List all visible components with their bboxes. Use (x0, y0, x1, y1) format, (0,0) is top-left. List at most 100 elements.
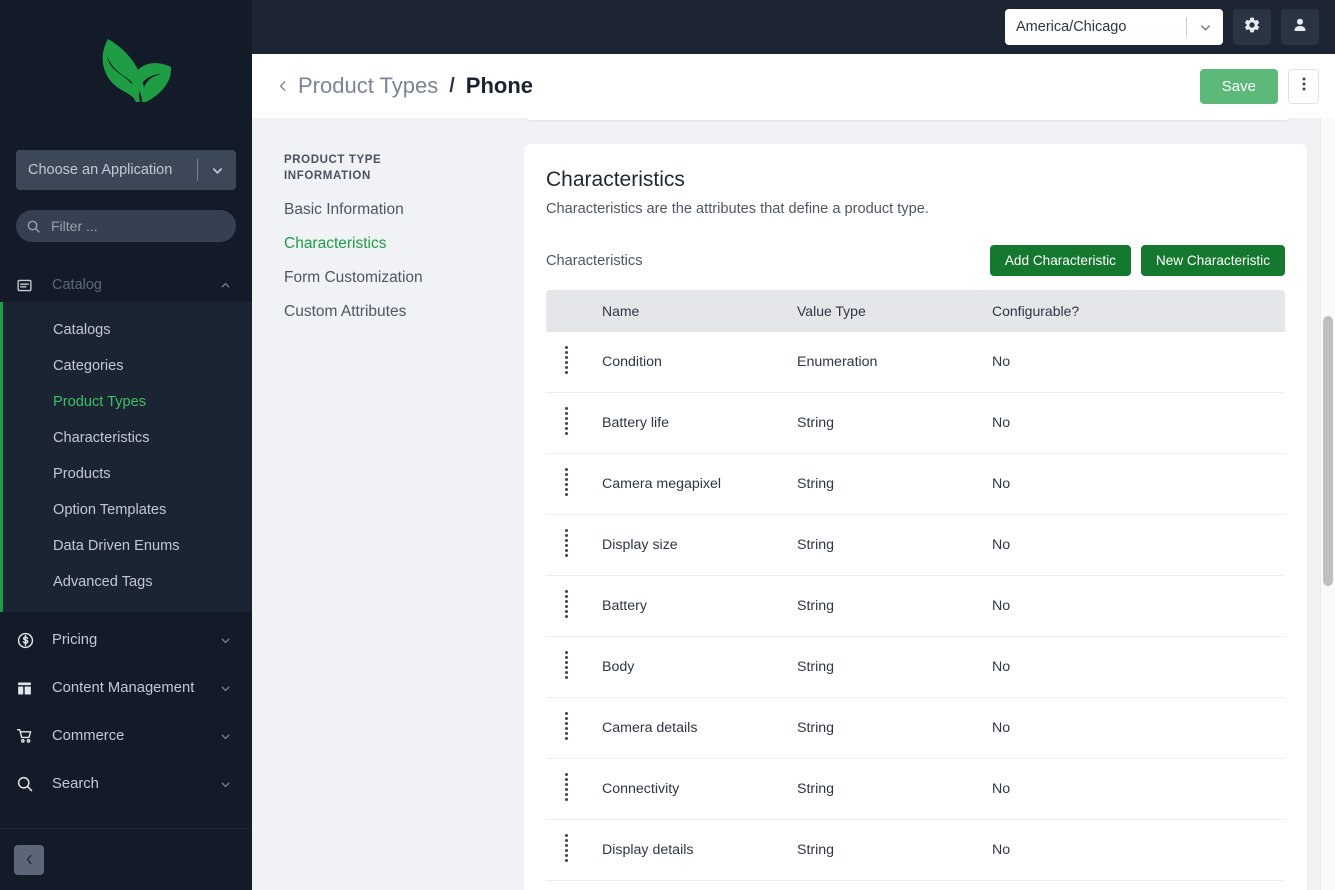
cell-value-type: String (787, 453, 982, 515)
nav-group-search[interactable]: Search (0, 760, 252, 808)
chevron-left-icon[interactable] (276, 77, 290, 95)
drag-handle-icon[interactable] (564, 650, 573, 680)
chevron-down-icon (219, 682, 232, 695)
timezone-selector[interactable]: America/Chicago (1005, 9, 1223, 45)
drag-handle-icon[interactable] (564, 833, 573, 863)
table-row[interactable]: Condition Enumeration No (546, 332, 1285, 393)
row-drag-cell[interactable] (546, 758, 592, 820)
nav-group-content-management-label: Content Management (52, 680, 195, 696)
nav-group-content-management[interactable]: Content Management (0, 664, 252, 712)
table-row[interactable]: Camera details String No (546, 697, 1285, 759)
table-row[interactable]: FeaturesStringNo (546, 880, 1285, 890)
new-characteristic-button[interactable]: New Characteristic (1140, 245, 1285, 276)
drag-handle-icon[interactable] (564, 589, 573, 619)
more-actions-button[interactable] (1288, 68, 1319, 104)
sidebar-item-data-driven-enums[interactable]: Data Driven Enums (0, 528, 252, 564)
cell-configurable: No (982, 758, 1285, 820)
cart-icon (16, 727, 42, 745)
breadcrumb: Product Types / Phone (276, 73, 1200, 99)
cell-value-type: String (787, 880, 982, 890)
sidebar-item-catalogs[interactable]: Catalogs (0, 312, 252, 348)
cell-name: Display details (592, 819, 787, 881)
settings-button[interactable] (1233, 9, 1271, 45)
catalog-icon (16, 277, 42, 294)
characteristics-card: Characteristics Characteristics are the … (524, 144, 1307, 890)
sidebar-item-products[interactable]: Products (0, 456, 252, 492)
table-row[interactable]: Connectivity String No (546, 758, 1285, 820)
sidebar-filter[interactable] (16, 210, 236, 242)
row-drag-cell[interactable] (546, 880, 592, 890)
collapse-sidebar-button[interactable] (14, 844, 44, 875)
row-drag-cell[interactable] (546, 697, 592, 759)
cell-name: Features (592, 880, 787, 890)
sidebar-item-advanced-tags[interactable]: Advanced Tags (0, 564, 252, 600)
save-button[interactable]: Save (1199, 68, 1278, 104)
chevron-down-icon[interactable] (1187, 20, 1223, 35)
dollar-circle-icon (16, 631, 42, 650)
table-header-row: Name Value Type Configurable? (546, 290, 1285, 332)
sidebar-item-product-types[interactable]: Product Types (0, 384, 252, 420)
section-nav-item-basic-information[interactable]: Basic Information (284, 193, 524, 227)
table-row[interactable]: Display size String No (546, 514, 1285, 576)
sidebar-footer (0, 828, 252, 890)
nav-group-catalog-header[interactable]: Catalog (0, 268, 252, 302)
chevron-down-icon[interactable] (198, 163, 236, 178)
drag-handle-icon[interactable] (564, 772, 573, 802)
section-nav-item-form-customization[interactable]: Form Customization (284, 261, 524, 295)
table-row[interactable]: Display details String No (546, 819, 1285, 881)
nav-group-commerce[interactable]: Commerce (0, 712, 252, 760)
section-nav-item-custom-attributes[interactable]: Custom Attributes (284, 295, 524, 329)
cell-name: Camera details (592, 697, 787, 759)
chevron-down-icon (219, 730, 232, 743)
column-header-configurable: Configurable? (982, 290, 1285, 332)
table-row[interactable]: Camera megapixel String No (546, 453, 1285, 515)
drag-handle-icon[interactable] (564, 406, 573, 436)
table-row[interactable]: Body String No (546, 636, 1285, 698)
drag-handle-icon[interactable] (564, 345, 573, 375)
cell-value-type: String (787, 758, 982, 820)
cell-name: Battery life (592, 392, 787, 454)
nav-group-pricing[interactable]: Pricing (0, 616, 252, 664)
row-drag-cell[interactable] (546, 332, 592, 393)
user-account-button[interactable] (1281, 9, 1319, 45)
cell-name: Camera megapixel (592, 453, 787, 515)
page-scrollbar-thumb[interactable] (1323, 316, 1333, 586)
cell-configurable: No (982, 332, 1285, 393)
cell-value-type: String (787, 575, 982, 637)
row-drag-cell[interactable] (546, 453, 592, 515)
drag-handle-icon[interactable] (564, 467, 573, 497)
table-row[interactable]: Battery life String No (546, 392, 1285, 454)
drag-handle-icon[interactable] (564, 711, 573, 741)
breadcrumb-parent[interactable]: Product Types (298, 73, 438, 99)
drag-handle-icon[interactable] (564, 528, 573, 558)
sidebar-item-categories[interactable]: Categories (0, 348, 252, 384)
content-icon (16, 680, 42, 697)
sidebar-item-characteristics[interactable]: Characteristics (0, 420, 252, 456)
application-selector[interactable]: Choose an Application (16, 150, 236, 190)
row-drag-cell[interactable] (546, 392, 592, 454)
cell-value-type: String (787, 636, 982, 698)
cell-name: Battery (592, 575, 787, 637)
cell-configurable: No (982, 453, 1285, 515)
leaf-logo (102, 39, 172, 102)
table-row[interactable]: Battery String No (546, 575, 1285, 637)
section-nav-item-characteristics[interactable]: Characteristics (284, 227, 524, 261)
sidebar-item-option-templates[interactable]: Option Templates (0, 492, 252, 528)
sidebar-filter-input[interactable] (41, 218, 232, 234)
top-bar: America/Chicago (252, 0, 1335, 54)
row-drag-cell[interactable] (546, 514, 592, 576)
add-characteristic-button[interactable]: Add Characteristic (989, 245, 1131, 276)
cell-configurable: No (982, 880, 1285, 890)
cell-configurable: No (982, 697, 1285, 759)
cell-configurable: No (982, 819, 1285, 881)
characteristics-toolbar-label: Characteristics (546, 252, 643, 269)
column-header-handle (546, 290, 592, 332)
row-drag-cell[interactable] (546, 636, 592, 698)
row-drag-cell[interactable] (546, 575, 592, 637)
main-column: Characteristics Characteristics are the … (524, 118, 1335, 890)
page-scrollbar-track[interactable] (1320, 118, 1335, 890)
row-drag-cell[interactable] (546, 819, 592, 881)
nav-group-search-label: Search (52, 776, 99, 792)
column-header-name: Name (592, 290, 787, 332)
chevron-down-icon (219, 778, 232, 791)
